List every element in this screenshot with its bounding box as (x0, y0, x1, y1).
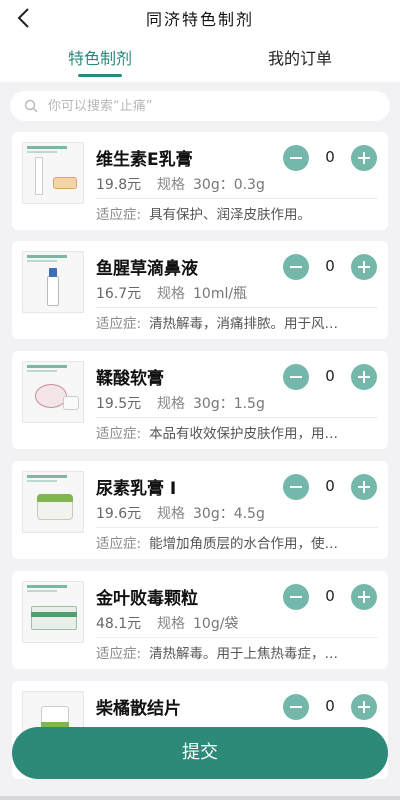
product-image (22, 251, 84, 313)
search-input[interactable] (48, 98, 348, 114)
spec-label: 规格 (157, 616, 185, 632)
indication-label: 适应症: (96, 207, 142, 223)
product-card: 鱼腥草滴鼻液 16.7元 规格 10ml/瓶 适应症: 清热解毒，消痛排脓。用于风…… (12, 241, 388, 339)
indication-text: 本品有收效保护皮肤作用，用… (149, 426, 339, 442)
spec-value: 30g：0.3g (193, 177, 265, 193)
quantity-stepper: 0 (283, 584, 377, 610)
quantity-stepper: 0 (283, 474, 377, 500)
tab-bar: 特色制剂 我的订单 (0, 36, 400, 82)
quantity-stepper: 0 (283, 254, 377, 280)
product-spec: 规格 30g：4.5g (157, 503, 265, 523)
product-indication: 适应症: 能增加角质层的水合作用，使… (96, 532, 378, 552)
plus-button[interactable] (351, 584, 377, 610)
product-name: 金叶败毒颗粒 (96, 589, 198, 609)
product-name: 维生素E乳膏 (96, 150, 193, 170)
product-price: 16.7元 (96, 286, 142, 302)
plus-button[interactable] (351, 145, 377, 171)
product-image (22, 581, 84, 643)
plus-button[interactable] (351, 694, 377, 720)
quantity-value: 0 (325, 477, 335, 495)
product-indication: 适应症: 本品有收效保护皮肤作用，用… (96, 422, 378, 442)
indication-label: 适应症: (96, 426, 142, 442)
product-spec: 规格 30g：1.5g (157, 393, 265, 413)
plus-button[interactable] (351, 474, 377, 500)
tab-featured-preparations[interactable]: 特色制剂 (0, 36, 200, 82)
product-price: 19.6元 (96, 506, 142, 522)
divider (96, 637, 378, 638)
product-card: 尿素乳膏 I 19.6元 规格 30g：4.5g 适应症: 能增加角质层的水合作用，… (12, 461, 388, 559)
spec-value: 30g：4.5g (193, 506, 265, 522)
spec-label: 规格 (157, 506, 185, 522)
quantity-value: 0 (325, 587, 335, 605)
quantity-stepper: 0 (283, 364, 377, 390)
product-card: 鞣酸软膏 19.5元 规格 30g：1.5g 适应症: 本品有收效保护皮肤作用，用…… (12, 351, 388, 449)
product-indication: 适应症: 具有保护、润泽皮肤作用。 (96, 203, 378, 223)
submit-button[interactable]: 提交 (12, 727, 388, 779)
spec-label: 规格 (157, 396, 185, 412)
indication-text: 能增加角质层的水合作用，使… (149, 536, 339, 552)
tab-my-orders[interactable]: 我的订单 (200, 36, 400, 82)
product-image (22, 142, 84, 204)
product-spec: 规格 10ml/瓶 (157, 283, 247, 303)
indication-text: 具有保护、润泽皮肤作用。 (149, 207, 312, 223)
product-list: 维生素E乳膏 19.8元 规格 30g：0.3g 适应症: 具有保护、润泽皮肤作用。… (0, 130, 400, 800)
product-indication: 适应症: 清热解毒，消痛排脓。用于风… (96, 312, 378, 332)
indication-text: 清热解毒。用于上焦热毒症，… (149, 646, 339, 662)
quantity-value: 0 (325, 148, 335, 166)
indication-label: 适应症: (96, 646, 142, 662)
product-spec: 规格 30g：0.3g (157, 174, 265, 194)
product-price: 48.1元 (96, 616, 142, 632)
product-image (22, 471, 84, 533)
product-name: 鞣酸软膏 (96, 369, 164, 389)
spec-label: 规格 (157, 177, 185, 193)
page-title: 同济特色制剂 (145, 10, 254, 29)
spec-value: 10ml/瓶 (193, 286, 248, 302)
product-name: 尿素乳膏 I (96, 479, 177, 499)
search-box[interactable] (10, 91, 390, 121)
indication-label: 适应症: (96, 316, 142, 332)
search-area (0, 82, 400, 130)
quantity-stepper: 0 (283, 145, 377, 171)
header-bar: 同济特色制剂 (0, 0, 400, 36)
product-card: 金叶败毒颗粒 48.1元 规格 10g/袋 适应症: 清热解毒。用于上焦热毒症，… … (12, 571, 388, 669)
indication-label: 适应症: (96, 536, 142, 552)
minus-button[interactable] (283, 694, 309, 720)
product-price: 19.5元 (96, 396, 142, 412)
spec-label: 规格 (157, 286, 185, 302)
quantity-value: 0 (325, 257, 335, 275)
product-price: 19.8元 (96, 177, 142, 193)
bottom-edge (0, 796, 400, 800)
divider (96, 417, 378, 418)
search-icon (24, 99, 38, 113)
product-name: 柴橘散结片 (96, 699, 181, 719)
product-name: 鱼腥草滴鼻液 (96, 259, 198, 279)
minus-button[interactable] (283, 254, 309, 280)
indication-text: 清热解毒，消痛排脓。用于风… (149, 316, 339, 332)
divider (96, 198, 378, 199)
product-spec: 规格 10g/袋 (157, 613, 238, 633)
minus-button[interactable] (283, 364, 309, 390)
divider (96, 307, 378, 308)
product-card: 维生素E乳膏 19.8元 规格 30g：0.3g 适应症: 具有保护、润泽皮肤作用。… (12, 132, 388, 230)
minus-button[interactable] (283, 145, 309, 171)
product-indication: 适应症: 清热解毒。用于上焦热毒症，… (96, 642, 378, 662)
product-image (22, 361, 84, 423)
minus-button[interactable] (283, 474, 309, 500)
divider (96, 527, 378, 528)
quantity-stepper: 0 (283, 694, 377, 720)
quantity-value: 0 (325, 367, 335, 385)
spec-value: 30g：1.5g (193, 396, 265, 412)
minus-button[interactable] (283, 584, 309, 610)
quantity-value: 0 (325, 697, 335, 715)
plus-button[interactable] (351, 254, 377, 280)
spec-value: 10g/袋 (193, 616, 239, 632)
plus-button[interactable] (351, 364, 377, 390)
